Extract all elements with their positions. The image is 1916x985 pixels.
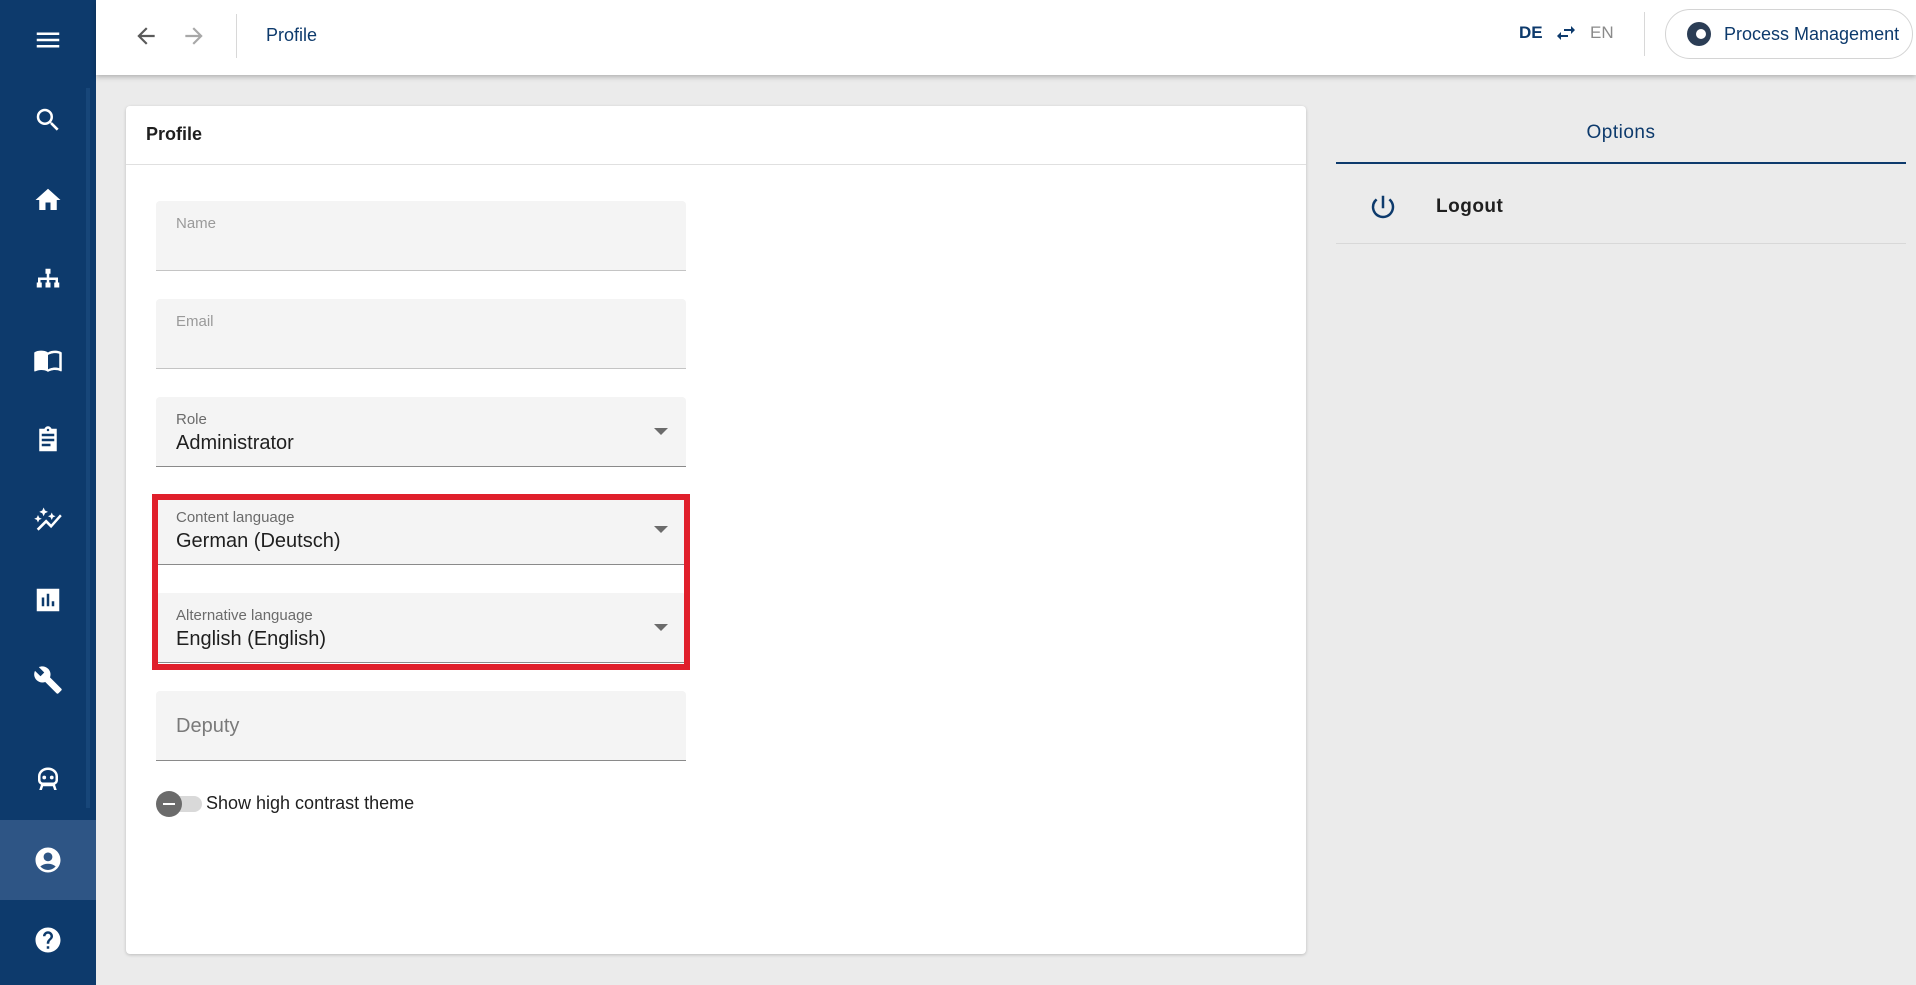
dropdown-arrow-icon [654, 624, 668, 631]
swap-arrows-icon [1557, 26, 1575, 40]
options-tab[interactable]: Options [1336, 122, 1906, 144]
help-icon [35, 927, 61, 953]
dropdown-arrow-icon [654, 428, 668, 435]
header-divider [236, 14, 237, 58]
account-circle-icon [35, 847, 61, 873]
name-field[interactable]: Name [156, 201, 686, 271]
toggle-thumb [156, 791, 182, 817]
sidebar-item-tasks[interactable] [0, 400, 96, 480]
sidebar-item-assistant[interactable] [0, 740, 96, 820]
sidebar-item-structure[interactable] [0, 240, 96, 320]
sidebar-item-help[interactable] [0, 900, 96, 980]
content-language-value: German (Deutsch) [176, 530, 341, 552]
sidebar [0, 0, 96, 985]
app-logo-icon [1687, 22, 1711, 46]
sidebar-item-home[interactable] [0, 160, 96, 240]
breadcrumb-title: Profile [266, 25, 318, 45]
forward-button[interactable] [176, 18, 212, 54]
language-de-toggle[interactable]: DE [1519, 23, 1543, 43]
language-en-toggle[interactable]: EN [1590, 23, 1614, 43]
language-swap-button[interactable] [1554, 21, 1578, 45]
sidebar-item-insights[interactable] [0, 480, 96, 560]
header-divider-right [1644, 12, 1645, 56]
options-tab-underline [1336, 162, 1906, 164]
top-bar: Profile DE EN Process Management [96, 0, 1916, 75]
home-icon [35, 188, 61, 210]
arrow-left-icon [137, 27, 155, 45]
arrow-right-icon [185, 27, 203, 45]
dropdown-arrow-icon [654, 526, 668, 533]
auto-graph-icon [34, 507, 62, 531]
process-management-button[interactable]: Process Management [1665, 9, 1913, 59]
sidebar-item-library[interactable] [0, 320, 96, 400]
deputy-placeholder: Deputy [176, 715, 240, 737]
robot-icon [38, 767, 58, 790]
role-value: Administrator [176, 432, 294, 454]
content-language-label: Content language [176, 509, 295, 526]
process-management-label: Process Management [1724, 23, 1900, 44]
logout-label: Logout [1436, 196, 1504, 217]
profile-card: Profile Name Email Role Administrator Co… [126, 106, 1306, 954]
bar-chart-icon [36, 588, 60, 612]
card-divider [126, 164, 1306, 165]
sidebar-item-profile[interactable] [0, 820, 96, 900]
back-button[interactable] [128, 18, 164, 54]
sidebar-item-admin[interactable] [0, 640, 96, 720]
deputy-field[interactable]: Deputy [156, 691, 686, 761]
high-contrast-label[interactable]: Show high contrast theme [206, 793, 414, 814]
alternative-language-select[interactable]: Alternative language English (English) [156, 593, 686, 663]
clipboard-icon [39, 426, 57, 452]
book-icon [34, 350, 62, 372]
sidebar-item-search[interactable] [0, 80, 96, 160]
name-label: Name [176, 215, 217, 232]
wrench-icon [34, 666, 62, 694]
email-label: Email [176, 313, 214, 330]
profile-card-title: Profile [146, 124, 203, 144]
minus-icon [163, 803, 175, 805]
alternative-language-label: Alternative language [176, 607, 313, 624]
role-select[interactable]: Role Administrator [156, 397, 686, 467]
search-icon [36, 108, 59, 131]
high-contrast-toggle[interactable] [156, 791, 202, 817]
sidebar-item-reports[interactable] [0, 560, 96, 640]
role-label: Role [176, 411, 207, 428]
menu-icon [36, 32, 60, 48]
menu-button[interactable] [0, 0, 96, 80]
email-field[interactable]: Email [156, 299, 686, 369]
power-icon [1368, 192, 1398, 222]
alternative-language-value: English (English) [176, 628, 327, 650]
sitemap-icon [36, 268, 60, 288]
logout-button[interactable]: Logout [1336, 170, 1906, 244]
content-language-select[interactable]: Content language German (Deutsch) [156, 495, 686, 565]
